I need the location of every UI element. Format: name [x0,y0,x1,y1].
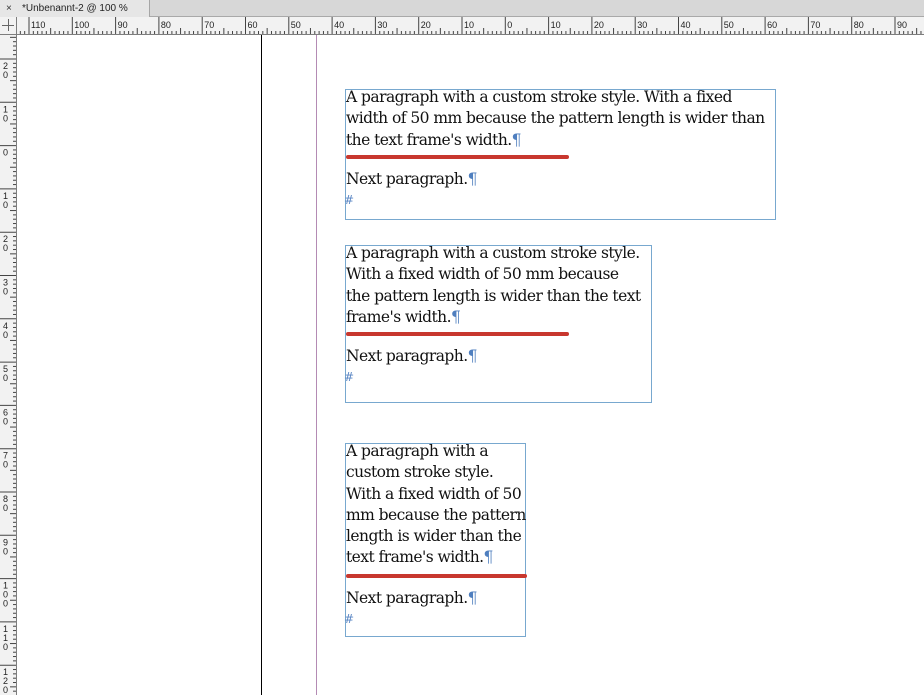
ruler-label: 70 [810,20,820,30]
pilcrow-icon: ¶ [483,548,494,567]
ruler-label: 0 [3,503,8,513]
next-paragraph: Next paragraph.¶ [346,589,478,607]
ruler-label: 40 [334,20,344,30]
text-frame-medium[interactable]: A paragraph with a custom stroke style. … [344,243,652,403]
ruler-label: 20 [421,20,431,30]
margin-guide [316,35,317,695]
text-line: the text frame's width.¶ [346,130,522,149]
document-tab-bar: × *Unbenannt-2 @ 100 % [0,0,924,17]
ruler-label: 0 [3,416,8,426]
paragraph-rule-stroke [346,332,569,336]
horizontal-ruler[interactable]: 110 100 90 80 70 60 50 40 30 20 10 0 10 20 30 40 50 60 70 8… [17,17,924,35]
vertical-ruler[interactable]: 20100102030405060708090100110120 [0,35,17,695]
ruler-label: 90 [897,20,907,30]
text-line: text frame's width.¶ [346,548,494,567]
pilcrow-icon: ¶ [467,347,478,365]
ruler-label: 10 [551,20,561,30]
ruler-label: 0 [3,373,8,383]
frame-text: A paragraph with a custom stroke style. … [346,87,765,151]
ruler-label: 0 [3,330,8,340]
close-tab-icon[interactable]: × [6,0,12,17]
ruler-label: 0 [3,243,8,253]
ruler-label: 30 [637,20,647,30]
ruler-label: 80 [854,20,864,30]
text-line: A paragraph with a custom stroke style. … [346,88,732,106]
next-paragraph: Next paragraph.¶ [346,170,478,188]
pilcrow-icon: ¶ [467,170,478,188]
ruler-label: 0 [507,20,512,30]
end-of-story-icon: # [344,370,355,384]
document-tab-title: *Unbenannt-2 @ 100 % [22,3,128,14]
ruler-label: 0 [3,599,8,609]
ruler-guide[interactable] [261,35,262,695]
frame-text: A paragraph with a custom stroke style. … [346,243,641,328]
ruler-label: 0 [3,113,8,123]
frame-text: A paragraph with a custom stroke style. … [346,441,526,569]
ruler-label: 110 [31,20,45,30]
ruler-label: 0 [3,546,8,556]
pilcrow-icon: ¶ [511,130,522,149]
vertical-ruler-ticks: 20100102030405060708090100110120 [0,36,16,695]
ruler-label: 60 [248,20,258,30]
ruler-label: 70 [204,20,214,30]
ruler-label: 0 [3,200,8,210]
text-line: custom stroke style. [346,463,494,482]
pilcrow-icon: ¶ [467,589,478,607]
text-line: A paragraph with a custom stroke style. [346,244,640,262]
text-frame-wide[interactable]: A paragraph with a custom stroke style. … [344,87,776,220]
ruler-label: 80 [161,20,171,30]
ruler-label: 0 [3,460,8,470]
ruler-label: 20 [594,20,604,30]
paragraph-rule-stroke [346,574,527,578]
end-of-story-icon: # [344,193,355,207]
text-line: the pattern length is wider than the tex… [346,286,641,305]
text-line: A paragraph with a [346,442,489,460]
horizontal-ruler-ticks: 110 100 90 80 70 60 50 40 30 20 10 0 10 20 30 40 50 60 70 8… [19,17,922,34]
ruler-label: 0 [3,148,8,158]
text-line: length is wider than the [346,527,522,546]
pilcrow-icon: ¶ [451,307,461,326]
ruler-label: 10 [464,20,474,30]
paragraph-rule-stroke [346,155,569,159]
ruler-label: 30 [377,20,387,30]
text-line: width of 50 mm because the pattern lengt… [346,109,765,128]
ruler-label: 0 [3,287,8,297]
ruler-label: 0 [3,70,8,80]
ruler-label: 90 [118,20,128,30]
end-of-story-icon: # [344,612,355,626]
ruler-label: 0 [3,685,8,695]
document-tab[interactable]: × *Unbenannt-2 @ 100 % [0,0,150,17]
ruler-label: 40 [681,20,691,30]
ruler-label: 50 [724,20,734,30]
text-line: With a fixed width of 50 [346,484,522,503]
ruler-label: 100 [74,20,89,30]
text-line: With a fixed width of 50 mm because [346,265,619,284]
ruler-label: 50 [291,20,301,30]
text-line: frame's width.¶ [346,307,461,326]
ruler-label: 0 [3,642,8,652]
ruler-label: 60 [767,20,777,30]
next-paragraph: Next paragraph.¶ [346,347,478,365]
text-frame-narrow[interactable]: A paragraph with a custom stroke style. … [344,441,527,637]
text-line: mm because the pattern [346,505,526,524]
ruler-origin-corner[interactable] [0,17,17,35]
